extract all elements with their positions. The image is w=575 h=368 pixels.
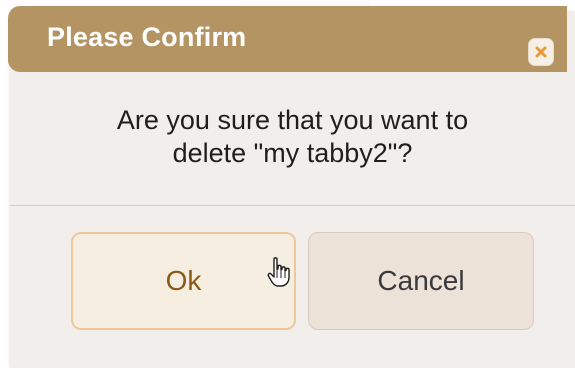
cancel-button[interactable]: Cancel [308,232,534,330]
close-button[interactable] [528,38,554,66]
close-icon [535,46,547,58]
ok-button[interactable]: Ok [71,232,296,330]
cancel-button-label: Cancel [377,265,465,296]
hand-pointer-cursor-icon [267,257,290,287]
ok-button-label: Ok [165,265,202,296]
message-line-2: delete "my tabby2"? [172,138,413,168]
message-line-1: Are you sure that you want to [116,105,469,135]
dialog-title: Please Confirm [47,22,247,52]
divider [10,205,575,206]
page: Please Confirm Are you sure that you wan… [0,0,575,368]
confirm-message: Are you sure that you want to delete "my… [10,104,575,170]
